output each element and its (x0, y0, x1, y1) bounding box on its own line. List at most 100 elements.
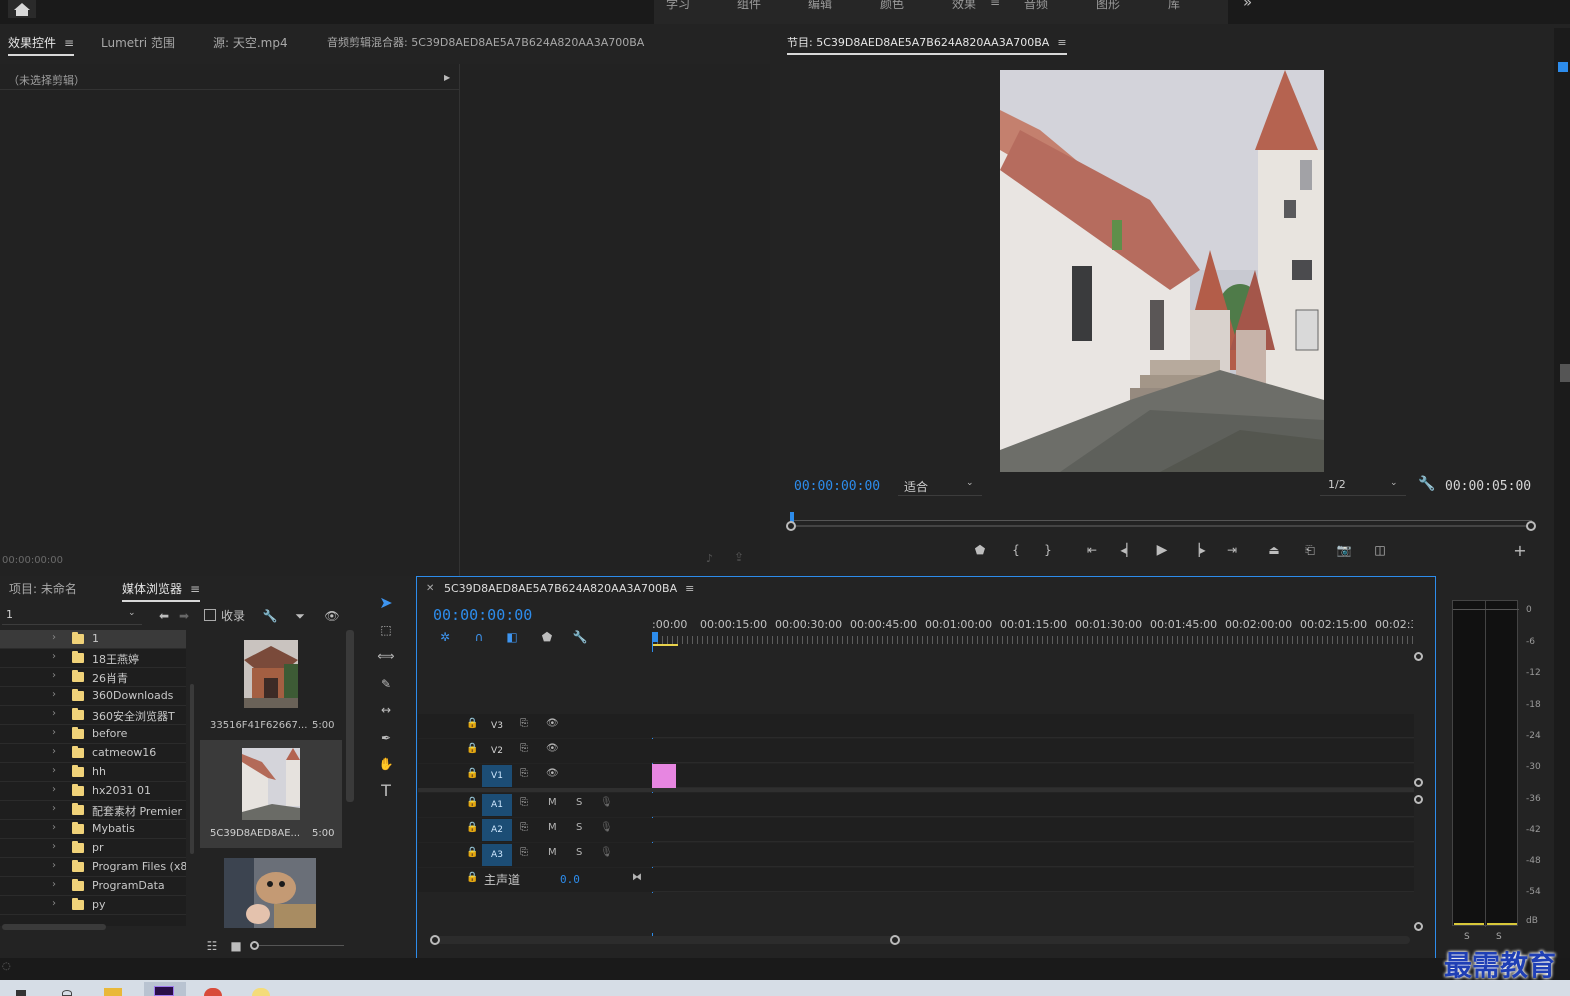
program-video-frame[interactable] (1000, 70, 1324, 472)
lock-icon[interactable]: 🔒 (466, 822, 478, 833)
workspace-tab-audio[interactable]: 音频 (1024, 0, 1048, 12)
sync-lock-icon[interactable]: ⎘ (520, 768, 528, 779)
camera-icon[interactable]: 📷 (1336, 542, 1352, 558)
add-marker-icon[interactable]: ⬟ (539, 629, 555, 645)
mute-button[interactable]: M (548, 847, 557, 858)
path-dropdown[interactable]: 1 ⌄ (2, 607, 142, 625)
extract-icon[interactable]: ⎗ (1302, 542, 1318, 558)
folder-row[interactable]: › 18王燕婷 (0, 649, 186, 668)
add-button-icon[interactable]: + (1512, 541, 1528, 560)
timeline-vscroll[interactable] (1414, 652, 1423, 936)
forward-arrow-icon[interactable]: ➡ (176, 608, 192, 624)
workspace-tab-editing[interactable]: 编辑 (808, 0, 832, 12)
zoom-handle-left[interactable] (786, 521, 796, 531)
chevron-right-icon[interactable]: › (52, 708, 56, 719)
chevron-right-icon[interactable]: › (52, 879, 56, 890)
start-icon[interactable] (16, 990, 26, 996)
mute-button[interactable]: M (548, 822, 557, 833)
eye-icon[interactable]: 👁 (546, 768, 559, 779)
solo-button[interactable]: S (576, 847, 582, 858)
icon-view-icon[interactable]: ■ (228, 938, 244, 954)
track-name[interactable]: V2 (482, 740, 512, 762)
chevron-right-icon[interactable]: › (52, 784, 56, 795)
lock-icon[interactable]: 🔒 (466, 847, 478, 858)
solo-button[interactable]: S (576, 822, 582, 833)
track-lane[interactable] (652, 793, 1414, 817)
hand-tool-icon[interactable]: ✋ (378, 756, 394, 772)
program-scrub-ruler[interactable] (790, 508, 1532, 522)
lock-icon[interactable]: 🔒 (466, 872, 478, 883)
folder-row[interactable]: › Mybatis (0, 820, 186, 839)
track-lane[interactable] (652, 714, 1414, 738)
go-to-in-icon[interactable]: ⇤ (1084, 542, 1100, 558)
folder-row[interactable]: › hx2031 01 (0, 782, 186, 801)
workspace-tab-assembly[interactable]: 组件 (737, 0, 761, 12)
solo-left-button[interactable]: S (1464, 932, 1470, 942)
track-name[interactable]: A2 (482, 819, 512, 841)
lock-icon[interactable]: 🔒 (466, 743, 478, 754)
workspace-overflow-icon[interactable]: » (1243, 0, 1252, 11)
lift-icon[interactable]: ⏏ (1266, 542, 1282, 558)
chevron-right-icon[interactable]: › (52, 746, 56, 757)
resolution-dropdown[interactable]: 1/2 ⌄ (1320, 476, 1406, 496)
track-name[interactable]: A1 (482, 794, 512, 816)
chevron-right-icon[interactable]: › (52, 670, 56, 681)
microphone-icon[interactable]: 🎙 (600, 797, 613, 808)
chevron-right-icon[interactable]: › (52, 803, 56, 814)
ripple-edit-tool-icon[interactable]: ⟺ (377, 648, 394, 664)
type-tool-icon[interactable]: T (378, 781, 394, 800)
folder-row[interactable]: › catmeow16 (0, 744, 186, 763)
track-name[interactable]: V3 (482, 715, 512, 737)
premiere-taskbar-item[interactable] (144, 982, 186, 996)
timeline-timecode[interactable]: 00:00:00:00 (433, 606, 532, 624)
search-icon[interactable] (62, 990, 72, 996)
tab-media-browser[interactable]: 媒体浏览器 ≡ (122, 580, 201, 602)
lock-icon[interactable]: 🔒 (466, 718, 478, 729)
microphone-icon[interactable]: 🎙 (600, 847, 613, 858)
folder-row[interactable]: › 360Downloads (0, 687, 186, 706)
filter-icon[interactable]: ⏷ (292, 608, 308, 624)
sync-lock-icon[interactable]: ⎘ (520, 743, 528, 754)
workspace-tab-color[interactable]: 颜色 (880, 0, 904, 12)
eye-icon[interactable]: 👁 (546, 718, 559, 729)
folder-row[interactable]: › ProgramData (0, 877, 186, 896)
close-sequence-icon[interactable]: ✕ (426, 583, 434, 594)
razor-tool-icon[interactable]: ✎ (378, 676, 394, 692)
microphone-icon[interactable]: 🎙 (600, 822, 613, 833)
workspace-tab-learn[interactable]: 学习 (666, 0, 690, 12)
folder-row[interactable]: › hh (0, 763, 186, 782)
pen-tool-icon[interactable]: ✒ (378, 730, 394, 746)
mark-in-icon[interactable]: { (1008, 542, 1024, 558)
wrench-icon[interactable]: 🔧 (1418, 476, 1435, 492)
folder-row[interactable]: › 1 (0, 630, 186, 649)
play-icon[interactable]: ▶ (1154, 542, 1170, 558)
mark-out-icon[interactable]: } (1040, 542, 1056, 558)
ingest-checkbox[interactable] (204, 609, 216, 621)
track-lane[interactable] (652, 739, 1414, 763)
folder-row[interactable]: › pr (0, 839, 186, 858)
folder-row[interactable]: › before (0, 725, 186, 744)
timeline-settings-wrench-icon[interactable]: 🔧 (572, 629, 588, 645)
video-clip[interactable] (652, 764, 676, 788)
fit-dropdown[interactable]: 适合 ⌄ (898, 476, 982, 496)
program-timecode[interactable]: 00:00:00:00 (794, 479, 880, 494)
chevron-right-icon[interactable]: › (52, 632, 56, 643)
track-divider[interactable] (418, 788, 1414, 792)
program-zoom-bar[interactable] (786, 521, 1536, 531)
thumb-scrollbar[interactable] (346, 630, 354, 802)
slider-handle[interactable] (250, 941, 259, 950)
tab-lumetri-scopes[interactable]: Lumetri 范围 (101, 34, 175, 51)
master-volume-value[interactable]: 0.0 (560, 873, 580, 886)
slip-tool-icon[interactable]: ↔ (378, 702, 394, 718)
eye-icon[interactable]: 👁 (546, 743, 559, 754)
thumb-item-1[interactable]: 33516F41F62667... 5:00 (200, 630, 342, 738)
sync-lock-icon[interactable]: ⎘ (520, 797, 528, 808)
workspace-tab-effects[interactable]: 效果 (952, 0, 976, 12)
linked-selection-icon[interactable]: ◧ (504, 629, 520, 645)
go-to-end-icon[interactable]: ⧓ (632, 872, 642, 883)
lock-icon[interactable]: 🔒 (466, 768, 478, 779)
snap-icon[interactable]: ∩ (471, 629, 487, 645)
sync-lock-icon[interactable]: ⎘ (520, 847, 528, 858)
tab-project[interactable]: 项目: 未命名 (9, 580, 77, 597)
solo-button[interactable]: S (576, 797, 582, 808)
